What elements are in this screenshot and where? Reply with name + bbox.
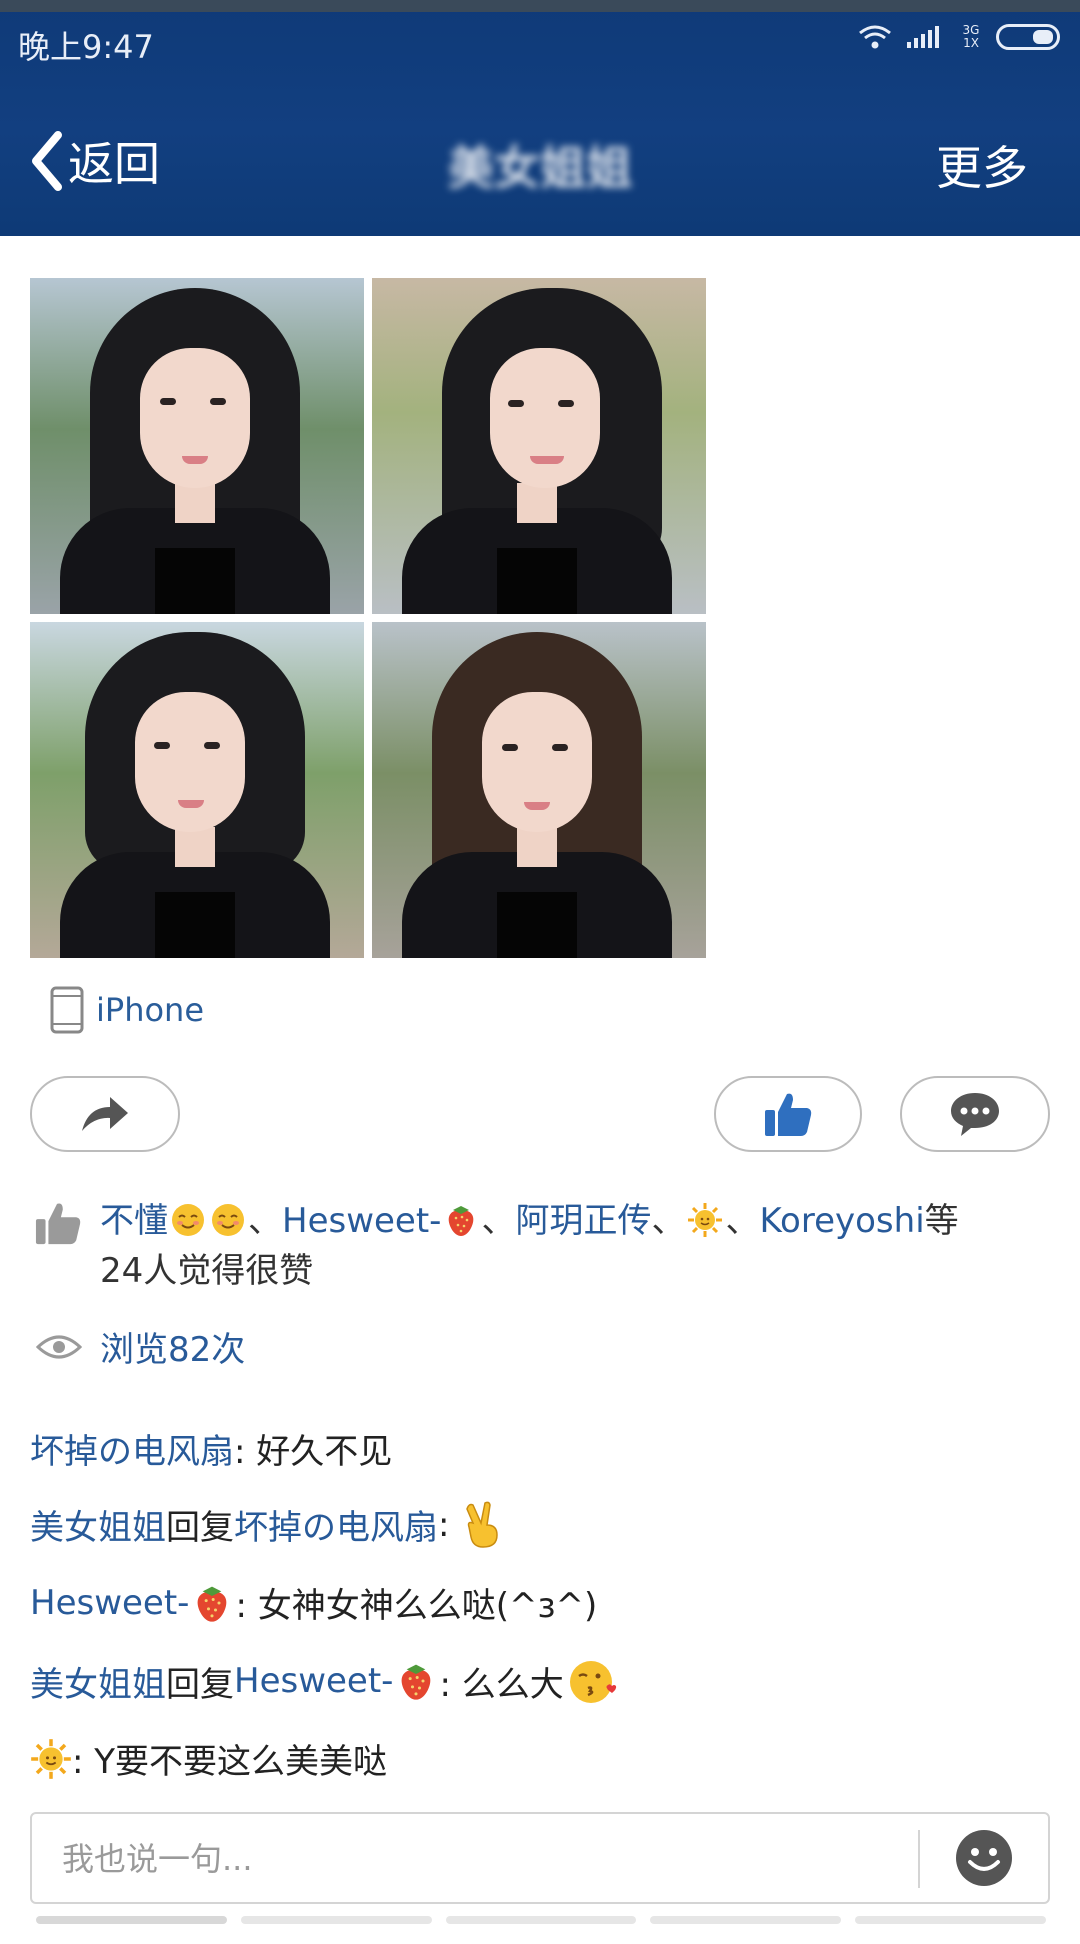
comment-item[interactable]: 坏掉の电风扇 : 好久不见: [30, 1424, 392, 1473]
signal-icon: [907, 26, 939, 48]
liker-link[interactable]: 阿玥正传: [515, 1201, 651, 1241]
liker-link[interactable]: Koreyoshi: [759, 1201, 924, 1241]
top-edge: [0, 0, 1080, 12]
input-divider: [918, 1830, 920, 1888]
share-arrow-icon: [82, 1097, 128, 1131]
comment-bubble-icon: [951, 1093, 999, 1136]
comment-text: : 好久不见: [234, 1432, 393, 1472]
photo-decoration: [517, 483, 557, 523]
comment-text: : 么么大: [439, 1664, 564, 1705]
photo-decoration: [524, 802, 550, 810]
likes-text: 不懂 、Hesweet- 、阿玥正传、 、Koreyoshi等 24人觉得很赞: [100, 1201, 959, 1291]
photo-decoration: [502, 744, 518, 751]
reply-to-user[interactable]: 坏掉の电风扇: [234, 1500, 438, 1549]
wifi-icon: [859, 25, 891, 49]
strawberry-emoji: [198, 1586, 227, 1622]
comment-user[interactable]: Hesweet-: [30, 1583, 189, 1623]
photo-decoration: [178, 800, 204, 808]
comment-text: :: [438, 1504, 450, 1545]
photo-decoration: [175, 483, 215, 523]
photo-decoration: [490, 348, 600, 488]
post-photo-3[interactable]: [30, 622, 364, 958]
more-button[interactable]: 更多: [936, 132, 1028, 198]
photo-decoration: [508, 400, 524, 407]
smiley-icon[interactable]: [954, 1828, 1014, 1888]
blush-emoji: [172, 1204, 204, 1236]
phone-device-icon: [50, 986, 84, 1034]
sun-emoji: [31, 1738, 71, 1779]
comment-input-bar: [30, 1812, 1050, 1904]
bottom-indicator: [36, 1916, 1046, 1924]
photo-decoration: [558, 400, 574, 407]
like-button[interactable]: [714, 1076, 862, 1152]
victory-hand-emoji: [466, 1501, 499, 1548]
comment-item[interactable]: 美女姐姐 回复 坏掉の电风扇 :: [30, 1500, 507, 1549]
eye-icon: [36, 1335, 82, 1358]
photo-decoration: [482, 692, 592, 832]
photo-decoration: [517, 827, 557, 867]
comment-text: : Y要不要这么美美哒: [72, 1742, 388, 1782]
network-type: 3G 1X: [962, 23, 980, 50]
photo-decoration: [210, 398, 226, 405]
app-header: 晚上9:47 3G 1X 返回 美女姐姐 更多: [0, 0, 1080, 236]
photo-decoration: [497, 892, 577, 958]
post-photo-1[interactable]: [30, 278, 364, 614]
comment-input[interactable]: [62, 1832, 902, 1886]
reply-word: 回复: [166, 1664, 234, 1705]
thumbs-up-icon: [35, 1203, 81, 1245]
likes-suffix: 等: [924, 1201, 959, 1241]
blush-emoji: [212, 1204, 244, 1236]
post-device: iPhone: [50, 986, 204, 1034]
comment-item[interactable]: Hesweet- : 女神女神么么哒(^з^): [30, 1578, 597, 1627]
sun-emoji: [688, 1203, 723, 1237]
indicator-segment: [240, 1916, 432, 1924]
indicator-segment: [445, 1916, 637, 1924]
post-photo-2[interactable]: [372, 278, 706, 614]
reply-word: 回复: [166, 1508, 234, 1548]
reply-to-user[interactable]: Hesweet-: [234, 1661, 393, 1701]
device-label: iPhone: [96, 991, 205, 1029]
page-title: 美女姐姐: [448, 141, 632, 195]
photo-decoration: [154, 742, 170, 749]
liker-link[interactable]: 不懂: [100, 1201, 168, 1241]
liker-link[interactable]: Hesweet-: [282, 1201, 441, 1241]
comment-user[interactable]: 坏掉の电风扇: [30, 1424, 234, 1473]
comment-text: : 女神女神么么哒(^з^): [235, 1586, 598, 1626]
status-icons: 3G 1X: [858, 24, 1060, 50]
indicator-segment: [650, 1916, 842, 1924]
photo-grid: [30, 278, 710, 958]
battery-icon: [996, 24, 1060, 50]
photo-decoration: [155, 548, 235, 614]
views-row: 浏览82次: [36, 1322, 245, 1371]
photo-decoration: [155, 892, 235, 958]
photo-decoration: [552, 744, 568, 751]
photo-decoration: [135, 692, 245, 832]
photo-decoration: [175, 827, 215, 867]
photo-decoration: [160, 398, 176, 405]
likes-summary: 24人觉得很赞: [100, 1251, 314, 1291]
photo-decoration: [530, 456, 564, 464]
photo-decoration: [182, 456, 208, 464]
kiss-emoji: [569, 1661, 616, 1703]
comment-user[interactable]: 美女姐姐: [30, 1500, 166, 1549]
status-time: 晚上9:47: [18, 28, 154, 66]
photo-decoration: [140, 348, 250, 488]
strawberry-emoji: [402, 1664, 431, 1700]
comment-user[interactable]: 美女姐姐: [30, 1657, 166, 1706]
thumbs-up-icon: [765, 1093, 812, 1136]
photo-decoration: [497, 548, 577, 614]
indicator-segment: [36, 1916, 227, 1924]
photo-decoration: [204, 742, 220, 749]
indicator-segment: [855, 1916, 1046, 1924]
views-count: 浏览82次: [100, 1330, 246, 1370]
comment-button[interactable]: [900, 1076, 1050, 1152]
share-button[interactable]: [30, 1076, 180, 1152]
comment-item[interactable]: 美女姐姐 回复 Hesweet- : 么么大: [30, 1656, 618, 1706]
comment-item[interactable]: : Y要不要这么美美哒: [30, 1734, 387, 1783]
post-photo-4[interactable]: [372, 622, 706, 958]
strawberry-emoji: [449, 1206, 474, 1236]
